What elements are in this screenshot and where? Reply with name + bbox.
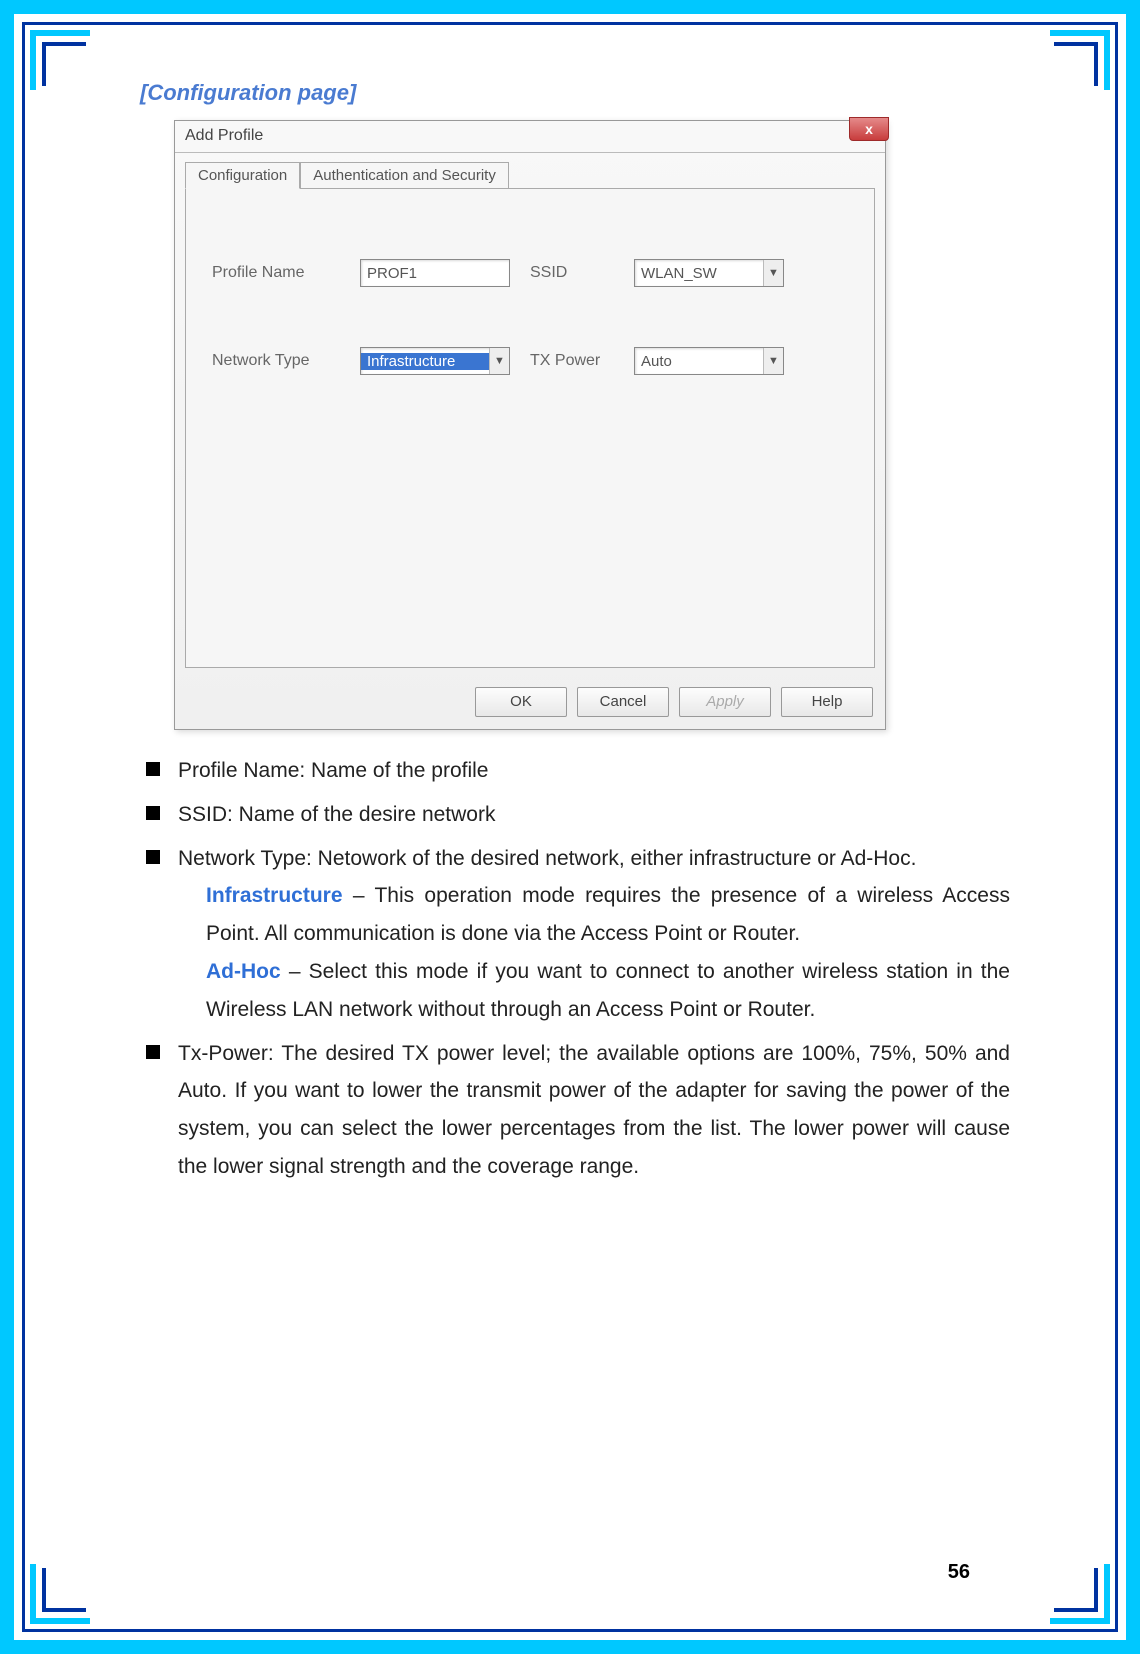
bullet-item-profile-name: Profile Name: Name of the profile (140, 752, 1010, 790)
label-tx-power: TX Power (530, 352, 614, 370)
desc-ssid: SSID: Name of the desire network (178, 796, 1010, 834)
label-ssid: SSID (530, 264, 614, 282)
section-title: [Configuration page] (140, 80, 1010, 106)
close-button[interactable]: x (849, 117, 889, 141)
square-bullet-icon (146, 762, 160, 776)
desc-infrastructure: Infrastructure – This operation mode req… (206, 877, 1010, 953)
dialog-titlebar: Add Profile x (175, 121, 885, 153)
bullet-item-ssid: SSID: Name of the desire network (140, 796, 1010, 834)
ssid-value: WLAN_SW (635, 265, 763, 282)
desc-tx-power: Tx-Power: The desired TX power level; th… (178, 1035, 1010, 1186)
chevron-down-icon: ▼ (763, 348, 783, 374)
desc-adhoc: Ad-Hoc – Select this mode if you want to… (206, 953, 1010, 1029)
corner-bl (30, 1564, 90, 1624)
kw-infrastructure: Infrastructure (206, 884, 343, 907)
dialog-tabs: Configuration Authentication and Securit… (175, 153, 885, 188)
corner-tr (1050, 30, 1110, 90)
page-number: 56 (948, 1561, 970, 1584)
row-profile-name: Profile Name SSID WLAN_SW ▼ (212, 259, 854, 287)
help-button[interactable]: Help (781, 687, 873, 717)
corner-br (1050, 1564, 1110, 1624)
kw-adhoc: Ad-Hoc (206, 960, 281, 983)
page-content: [Configuration page] Add Profile x Confi… (140, 80, 1010, 1192)
row-network-type: Network Type Infrastructure ▼ TX Power A… (212, 347, 854, 375)
profile-name-input[interactable] (360, 259, 510, 287)
network-type-combo[interactable]: Infrastructure ▼ (360, 347, 510, 375)
chevron-down-icon: ▼ (763, 260, 783, 286)
desc-network-type-lead: Network Type: Netowork of the desired ne… (178, 847, 916, 870)
add-profile-dialog: Add Profile x Configuration Authenticati… (174, 120, 886, 730)
apply-button: Apply (679, 687, 771, 717)
chevron-down-icon: ▼ (489, 348, 509, 374)
bullet-item-network-type: Network Type: Netowork of the desired ne… (140, 840, 1010, 1029)
dialog-title: Add Profile (185, 127, 263, 144)
desc-adhoc-text: – Select this mode if you want to connec… (206, 960, 1010, 1021)
corner-tl (30, 30, 90, 90)
cancel-button[interactable]: Cancel (577, 687, 669, 717)
dialog-button-row: OK Cancel Apply Help (475, 687, 873, 717)
desc-network-type: Network Type: Netowork of the desired ne… (178, 840, 1010, 1029)
square-bullet-icon (146, 806, 160, 820)
tab-configuration[interactable]: Configuration (185, 162, 300, 189)
label-network-type: Network Type (212, 352, 340, 370)
square-bullet-icon (146, 850, 160, 864)
desc-profile-name: Profile Name: Name of the profile (178, 752, 1010, 790)
ok-button[interactable]: OK (475, 687, 567, 717)
tab-authentication[interactable]: Authentication and Security (300, 162, 509, 189)
square-bullet-icon (146, 1045, 160, 1059)
description-list: Profile Name: Name of the profile SSID: … (140, 752, 1010, 1186)
bullet-item-tx-power: Tx-Power: The desired TX power level; th… (140, 1035, 1010, 1186)
tab-panel-configuration: Profile Name SSID WLAN_SW ▼ Network Type… (185, 188, 875, 668)
tx-power-combo[interactable]: Auto ▼ (634, 347, 784, 375)
tx-power-value: Auto (635, 353, 763, 370)
network-type-value: Infrastructure (361, 353, 489, 370)
label-profile-name: Profile Name (212, 264, 340, 282)
ssid-combo[interactable]: WLAN_SW ▼ (634, 259, 784, 287)
